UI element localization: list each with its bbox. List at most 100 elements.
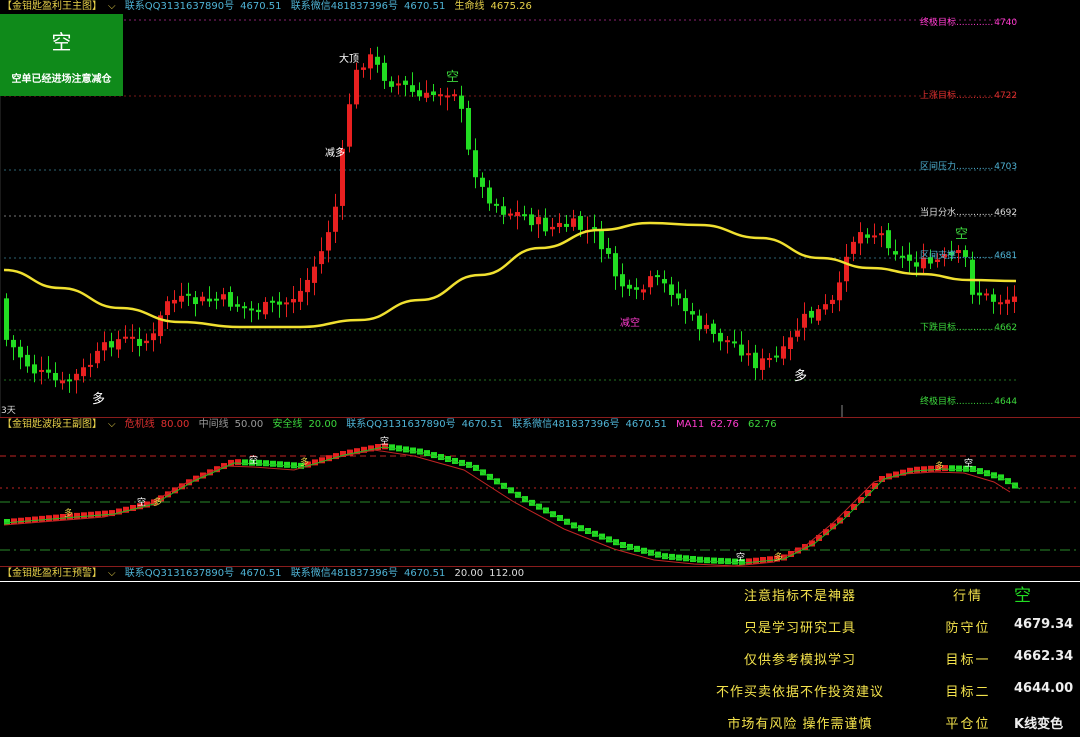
osc-block [697,556,703,563]
osc-annotation-long-3: 多 [300,458,310,468]
osc-annotation-long-5: 多 [935,462,945,472]
mid-line-value: 50.00 [234,419,264,430]
candle-body [403,80,408,85]
osc-block [746,558,752,565]
candle-body [305,279,310,293]
candle-body [907,254,912,261]
candle [151,322,156,352]
candle-body [732,341,737,344]
ma11-value: 62.76 [710,419,739,430]
candle [599,220,604,263]
candle [46,356,51,379]
candle [263,297,268,320]
candle-body [60,380,65,384]
candle [459,85,464,123]
main-indicator-title[interactable]: 【金钼匙盈利王主图】 [2,1,102,12]
osc-block [39,515,45,522]
annotation-top: 大顶 [339,54,359,65]
candle [354,62,359,109]
candle-body [739,344,744,356]
signal-box: 空 空单已经进场注意减仓 [0,14,123,96]
candle-body [95,350,100,364]
candle [298,278,303,310]
sub-qq-value: 4670.51 [461,419,503,430]
candle [655,270,660,286]
osc-block [760,557,766,563]
candle [816,304,821,325]
candle [879,226,884,248]
candle-body [186,293,191,296]
sub-indicator-title[interactable]: 【金钼匙波段王副图】 [2,419,102,430]
candle [466,100,471,156]
signal-box-text: 空单已经进场注意减仓 [11,74,112,85]
target-level: 区间压力.............4703 [920,159,1017,172]
candle-body [25,354,30,367]
alert-value: K线变色 [1014,717,1064,732]
target-value: 4692 [994,208,1018,218]
osc-block [74,512,80,519]
candle [893,239,898,261]
chevron-down-icon[interactable]: ⌵ [108,1,116,12]
candle [767,353,772,368]
candle [564,215,569,232]
osc-block [18,517,24,524]
candle [389,76,394,93]
ma11-label: MA11 [676,419,705,430]
candle [172,290,177,313]
candle [452,89,457,101]
candle-body [207,298,212,302]
target-dots: ............. [956,208,994,218]
target-value: 4681 [994,251,1018,261]
candle [333,193,338,244]
osc-block [767,556,773,563]
candle-body [32,364,37,374]
candle [984,288,989,301]
candle [760,348,765,380]
candle-body [991,294,996,302]
target-level: 当日分水.............4692 [920,205,1017,218]
candle [991,288,996,314]
annotation-long-2: 多 [794,369,808,384]
candle-body [879,233,884,236]
osc-annotation-short-5: 空 [964,459,974,469]
candle [249,301,254,323]
candle [228,286,233,311]
osc-annotation-long-4: 多 [774,553,784,563]
candle [529,207,534,232]
candle [823,294,828,315]
chevron-down-icon[interactable]: ⌵ [108,419,116,430]
candle-body [634,287,639,290]
candle-body [851,241,856,254]
candle [235,296,240,312]
oscillator-panel[interactable]: 【金钼匙波段王副图】 ⌵ 危机线 80.00 中间线 50.00 安全线 20.00 联… [0,417,1080,567]
candle [284,297,289,318]
candle-body [312,266,317,283]
candle-body [256,309,261,313]
osc-annotation-long-1: 多 [64,509,74,519]
candle [207,286,212,307]
candle-body [382,62,387,81]
main-chart-canvas [0,14,1017,417]
candle-body [333,206,338,232]
candle-body [816,309,821,321]
candle-body [354,69,359,105]
candle [683,289,688,324]
target-label: 当日分水 [920,208,957,218]
candle [725,336,730,354]
main-chart-panel[interactable]: 【金钼匙盈利王主图】 ⌵ 联系QQ3131637890号 4670.51 联系微信4… [0,0,1080,417]
annotation-reduce-long: 减多 [325,148,345,159]
candle-body [900,255,905,258]
osc-block [711,557,717,564]
target-level: 终极目标.............4740 [920,15,1017,28]
osc-block [396,445,402,452]
main-qq-label: 联系QQ3131637890号 [124,1,235,12]
candle [732,329,737,348]
candle-body [130,336,135,339]
candle [690,302,695,321]
candle-body [557,222,562,228]
osc-block [277,461,283,468]
osc-block [263,460,269,467]
candle-body [228,292,233,307]
candle-body [515,212,520,217]
osc-block [690,556,696,562]
